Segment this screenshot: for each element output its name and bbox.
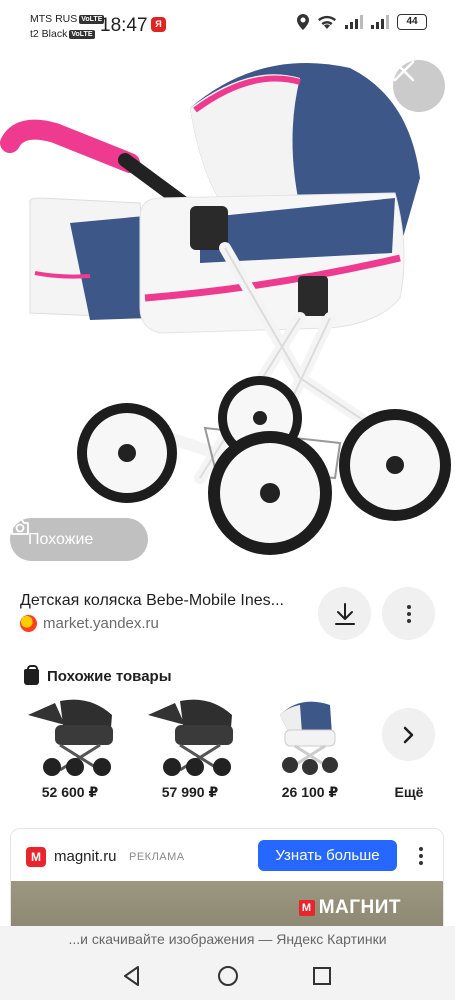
ad-domain[interactable]: magnit.ru bbox=[54, 848, 117, 865]
volte-badge: VoLTE bbox=[69, 30, 95, 39]
chevron-right-icon bbox=[403, 726, 413, 743]
clock: 18:47 bbox=[100, 15, 148, 36]
front-wheel-right bbox=[339, 409, 451, 521]
carrier-2: t2 Black VoLTE bbox=[30, 28, 95, 40]
result-source[interactable]: market.yandex.ru bbox=[20, 615, 159, 632]
carrier-1: MTS RUS VoLTE bbox=[30, 13, 105, 25]
close-button[interactable] bbox=[393, 60, 445, 112]
ad-label: РЕКЛАМА bbox=[129, 851, 185, 863]
front-wheel-left bbox=[208, 431, 332, 555]
ad-brand-logo: M МАГНИТ bbox=[298, 897, 401, 919]
more-products-label[interactable]: Ещё bbox=[379, 784, 439, 800]
download-button[interactable] bbox=[318, 587, 371, 640]
location-icon bbox=[297, 14, 309, 30]
product-thumbnail bbox=[254, 695, 366, 777]
market-logo-icon bbox=[20, 615, 37, 632]
back-icon[interactable] bbox=[120, 964, 144, 988]
similar-images-label: Похожие bbox=[28, 530, 94, 548]
wifi-icon bbox=[318, 15, 336, 29]
learn-more-button[interactable]: Узнать больше bbox=[258, 840, 397, 871]
footer-hint: ...и скачивайте изображения — Яндекс Кар… bbox=[0, 926, 455, 952]
signal-icon bbox=[345, 15, 363, 29]
source-domain: market.yandex.ru bbox=[43, 615, 159, 632]
ad-more-options-button[interactable] bbox=[411, 842, 431, 870]
ad-card[interactable]: M magnit.ru РЕКЛАМА Узнать больше M МАГН… bbox=[10, 828, 444, 938]
status-icons: 44 bbox=[297, 14, 427, 30]
download-icon bbox=[334, 602, 355, 625]
similar-images-button[interactable]: Похожие bbox=[10, 518, 148, 561]
home-icon[interactable] bbox=[216, 964, 240, 988]
product-card[interactable]: 26 100 ₽ bbox=[254, 695, 366, 801]
pram-image bbox=[0, 63, 451, 555]
image-info: Детская коляска Bebe-Mobile Ines... mark… bbox=[0, 572, 455, 652]
status-bar: MTS RUS VoLTE t2 Black VoLTE 18:47 Я 44 bbox=[0, 0, 455, 48]
notification-icon: Я bbox=[151, 17, 166, 32]
rear-wheel-left bbox=[77, 403, 177, 503]
more-icon bbox=[406, 604, 411, 609]
close-icon bbox=[393, 60, 415, 82]
product-card[interactable]: 57 990 ₽ bbox=[134, 695, 246, 801]
magnit-mark-icon: M bbox=[298, 900, 315, 916]
shopping-bag-icon bbox=[24, 664, 39, 685]
signal-icon bbox=[371, 15, 389, 29]
magnit-logo-icon: M bbox=[26, 847, 46, 867]
more-options-button[interactable] bbox=[382, 587, 435, 640]
more-icon bbox=[419, 847, 423, 851]
camera-search-icon bbox=[11, 519, 29, 535]
recents-icon[interactable] bbox=[310, 964, 334, 988]
navigation-bar bbox=[0, 952, 455, 1000]
product-price: 57 990 ₽ bbox=[161, 784, 219, 800]
product-price: 52 600 ₽ bbox=[41, 784, 99, 800]
similar-products-heading: Похожие товары bbox=[24, 664, 172, 685]
next-products-button[interactable] bbox=[382, 708, 435, 761]
similar-products: Похожие товары 52 600 ₽ 57 990 ₽ 26 100 … bbox=[0, 660, 455, 810]
result-title[interactable]: Детская коляска Bebe-Mobile Ines... bbox=[20, 592, 305, 610]
battery-icon: 44 bbox=[397, 14, 427, 30]
hero-image[interactable]: Похожие bbox=[0, 48, 455, 570]
product-price: 26 100 ₽ bbox=[281, 784, 339, 800]
product-card[interactable]: 52 600 ₽ bbox=[14, 695, 126, 801]
product-thumbnail bbox=[14, 695, 126, 777]
product-thumbnail bbox=[134, 695, 246, 777]
